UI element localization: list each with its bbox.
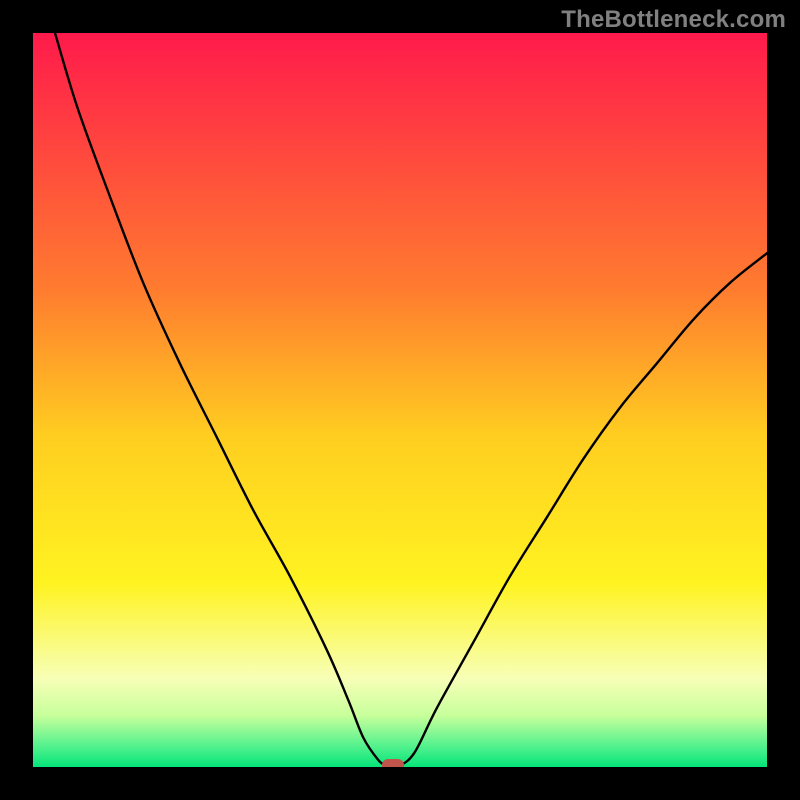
watermark-text: TheBottleneck.com [561,6,786,34]
plot-area [33,33,767,767]
optimal-point-marker [382,759,404,767]
plot-svg [33,33,767,767]
gradient-background [33,33,767,767]
chart-container: TheBottleneck.com [0,0,800,800]
